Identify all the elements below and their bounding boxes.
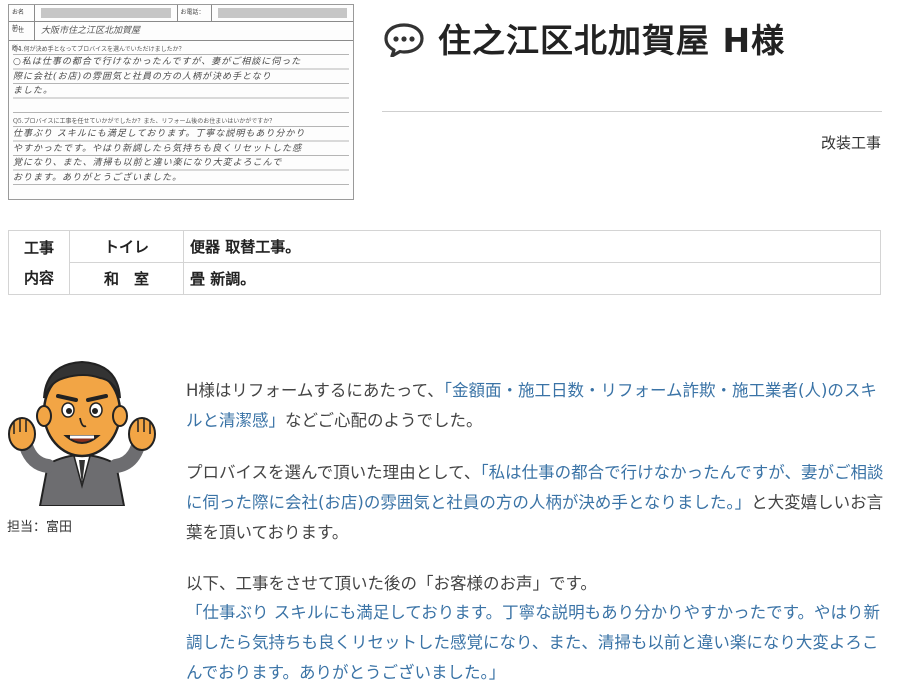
survey-answer-line: やすかったです。やはり新調したら気持ちも良くリセットした感 — [13, 143, 303, 154]
survey-phone-label: お電話： — [176, 5, 212, 21]
title-divider — [382, 111, 882, 112]
voice-intro: 以下、工事をさせて頂いた後の「お客様のお声」です。 — [186, 574, 597, 593]
work-description-cell: 便器 取替工事。 — [183, 230, 881, 263]
reason-paragraph: プロバイスを選んで頂いた理由として、「私は仕事の都合で行けなかったんですが、妻が… — [186, 458, 886, 548]
survey-answer-line: おります。ありがとうございました。 — [13, 172, 183, 183]
table-row: 和 室 畳 新調。 — [9, 262, 881, 295]
survey-answer-line — [13, 99, 349, 114]
table-row: 工事 内容 トイレ 便器 取替工事。 — [8, 230, 881, 295]
survey-name-label: お名前： — [9, 5, 35, 32]
category-label: 改装工事 — [820, 134, 881, 152]
reason-intro: プロバイスを選んで頂いた理由として、 — [186, 463, 481, 482]
concerns-outro: などご心配のようでした。 — [285, 411, 483, 430]
survey-answer-line: 覚になり、また、清掃も以前と違い楽になり大変よろこんで — [13, 158, 283, 168]
survey-name-row: お名前： お電話： — [9, 5, 353, 32]
survey-answer-line: ました。 — [13, 86, 54, 96]
survey-address-handwriting: 大阪市住之江区北加賀屋 — [41, 26, 141, 36]
room-cell: 和 室 — [69, 262, 184, 295]
survey-answer-4: ○私は仕事の都合で行けなかったんですが、妻がご相談に伺った 際に会社(お店)の雰… — [13, 54, 349, 113]
survey-answer-5: 仕事ぶり スキルにも満足しております。丁寧な説明もあり分かり やすかったです。や… — [13, 126, 349, 185]
survey-answer-line: 仕事ぶり スキルにも満足しております。丁寧な説明もあり分かり — [13, 129, 306, 139]
customer-voice-quote: 「仕事ぶり スキルにも満足しております。丁寧な説明もあり分かりやすかったです。や… — [186, 603, 880, 682]
room-cell: トイレ — [69, 230, 184, 263]
header-line-1: 工事 — [23, 238, 54, 257]
staff-mascot-icon — [8, 360, 156, 506]
concerns-intro: H様はリフォームするにあたって、 — [186, 381, 444, 400]
work-details-table: 工事 内容 トイレ 便器 取替工事。 和 室 畳 新調。 — [8, 230, 881, 295]
survey-answer-line: 際に会社(お店)の雰囲気と社員の方の人柄が決め手となり — [13, 71, 272, 82]
customer-story: H様はリフォームするにあたって、「金額面・施工日数・リフォーム詐欺・施工業者(人… — [186, 376, 886, 688]
concerns-paragraph: H様はリフォームするにあたって、「金額面・施工日数・リフォーム詐欺・施工業者(人… — [186, 376, 886, 436]
speech-bubble-icon — [384, 23, 424, 57]
page-title: 住之江区北加賀屋 H様 — [438, 21, 786, 60]
redacted-name — [41, 8, 171, 18]
survey-answer-line: ○私は仕事の都合で行けなかったんですが、妻がご相談に伺った — [13, 57, 302, 67]
survey-address-label: ご住所： — [9, 22, 35, 52]
work-description-cell: 畳 新調。 — [183, 262, 881, 295]
survey-form-image: お名前： お電話： ご住所： 大阪市住之江区北加賀屋 Q4.何が決め手となってプ… — [8, 4, 354, 200]
work-content-header: 工事 内容 — [8, 230, 70, 295]
header-line-2: 内容 — [23, 268, 54, 287]
staff-label: 担当：富田 — [7, 520, 73, 535]
survey-question-5: Q5.プロバイスに工事を任せていかがでしたか？また、リフォーム後のお住まいはいか… — [13, 118, 276, 125]
survey-address-row: ご住所： 大阪市住之江区北加賀屋 — [9, 22, 353, 52]
page-header: 住之江区北加賀屋 H様 — [384, 14, 785, 62]
survey-question-4: Q4.何が決め手となってプロバイスを選んでいただけましたか？ — [13, 46, 185, 53]
redacted-phone — [217, 8, 347, 18]
